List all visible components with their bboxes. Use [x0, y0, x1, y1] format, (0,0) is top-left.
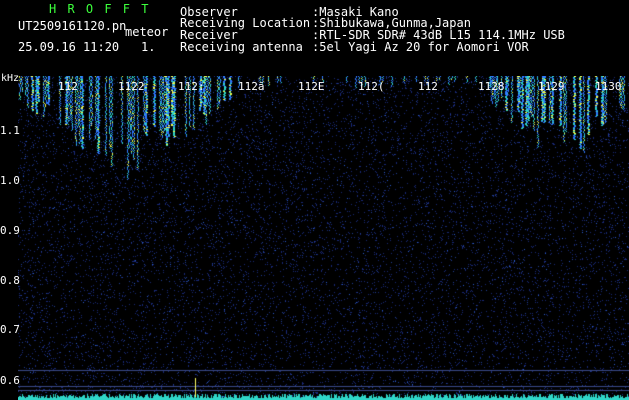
index-label: 1.	[141, 40, 156, 54]
datetime-label: 25.09.16 11:20	[18, 40, 120, 54]
antenna-value: :5el Yagi Az 20 for Aomori VOR	[312, 40, 529, 54]
x-tick-label: 112	[418, 80, 438, 93]
x-tick-label: 112	[58, 80, 78, 93]
y-tick-label: 0.7	[0, 323, 20, 336]
x-tick-label: 1130	[595, 80, 622, 93]
header-panel: H R O F F T UT2509161120.pn meteor 25.09…	[0, 0, 629, 76]
x-tick-label: 112:	[178, 80, 205, 93]
spectrogram-canvas	[18, 76, 629, 400]
x-tick-label: 1128	[478, 80, 505, 93]
y-tick-label: 0.9	[0, 224, 20, 237]
mode-label: meteor	[125, 25, 169, 39]
y-tick-label: 1.0	[0, 174, 20, 187]
x-tick-label: 112ā	[238, 80, 265, 93]
y-tick-label: 0.6	[0, 374, 20, 387]
x-tick-label: 112Е	[298, 80, 325, 93]
spectrogram	[18, 76, 629, 400]
program-name: H R O F F T	[49, 2, 151, 16]
x-tick-label: 1122	[118, 80, 145, 93]
y-tick-label: 0.8	[0, 274, 20, 287]
filename-label: UT2509161120.pn	[18, 19, 127, 33]
antenna-label: Receiving antenna	[180, 40, 303, 54]
x-tick-label: 112(	[358, 80, 385, 93]
y-tick-label: 1.1	[0, 124, 20, 137]
unit-label: kHz	[1, 73, 20, 84]
x-tick-label: 1129	[538, 80, 565, 93]
